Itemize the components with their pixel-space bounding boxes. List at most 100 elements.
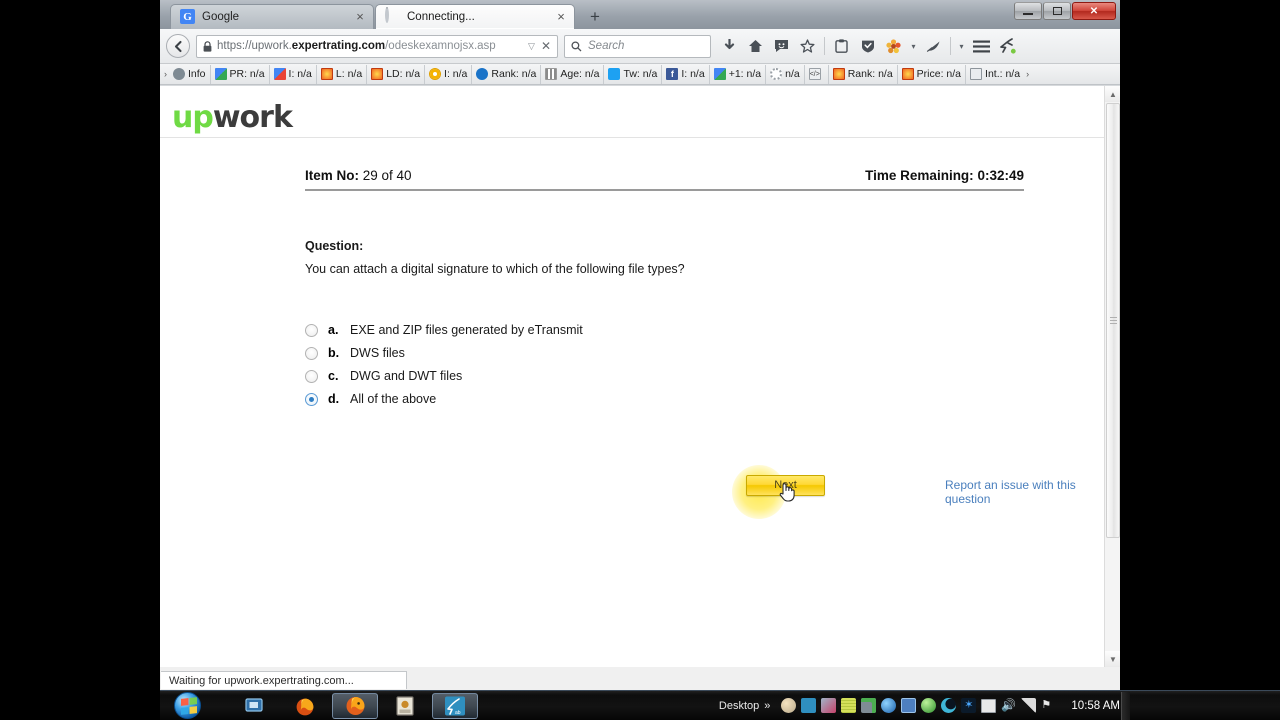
bookmark-label: n/a bbox=[785, 68, 800, 80]
option-text: EXE and ZIP files generated by eTransmit bbox=[350, 323, 583, 337]
vertical-scrollbar[interactable]: ▲ ▼ bbox=[1104, 86, 1120, 667]
option-a[interactable]: a. EXE and ZIP files generated by eTrans… bbox=[305, 319, 1104, 342]
clipboard-icon[interactable] bbox=[829, 34, 854, 59]
chevron-down-icon[interactable]: ▽ bbox=[528, 41, 535, 52]
option-c[interactable]: c. DWG and DWT files bbox=[305, 365, 1104, 388]
hamburger-menu-icon[interactable] bbox=[969, 34, 994, 59]
taskbar-item-window-switcher[interactable] bbox=[232, 693, 278, 719]
bookmark-item[interactable]: L: n/a bbox=[315, 64, 366, 84]
toolbar-icons: ▾ ▾ bbox=[717, 34, 1020, 59]
radio-button-a[interactable] bbox=[305, 323, 318, 337]
radio-button-c[interactable] bbox=[305, 369, 318, 383]
price-icon bbox=[901, 68, 914, 80]
moon-icon[interactable] bbox=[781, 698, 797, 713]
radio-button-b[interactable] bbox=[305, 346, 318, 360]
age-bars-icon bbox=[545, 68, 558, 80]
address-bar[interactable]: https://upwork.expertrating.com/odeskexa… bbox=[196, 34, 558, 58]
upwork-logo[interactable]: upwork bbox=[172, 100, 1104, 135]
bookmark-item[interactable]: Age: n/a bbox=[540, 64, 603, 84]
bookmark-item[interactable]: Price: n/a bbox=[896, 64, 965, 84]
shield-icon[interactable] bbox=[855, 34, 880, 59]
bookmark-item[interactable]: LD: n/a bbox=[366, 64, 424, 84]
page-viewport: upwork Item No: 29 of 40 Time Remaining:… bbox=[160, 85, 1120, 667]
firefox-icon bbox=[346, 697, 364, 715]
status-bar: Waiting for upwork.expertrating.com... bbox=[160, 671, 1120, 690]
chevron-down-icon-2[interactable]: ▾ bbox=[955, 34, 968, 59]
google-index-icon bbox=[273, 68, 286, 80]
info-icon bbox=[173, 68, 185, 80]
bookmark-item[interactable]: PR: n/a bbox=[209, 64, 269, 84]
bookmark-item[interactable]: f I: n/a bbox=[661, 64, 708, 84]
tab-google[interactable]: G Google × bbox=[170, 4, 374, 29]
flag-icon[interactable]: ⚑ bbox=[1041, 698, 1056, 713]
browser-window: G Google × Connecting... × + ✕ https://u… bbox=[160, 0, 1120, 690]
option-d[interactable]: d. All of the above bbox=[305, 388, 1104, 411]
bookmark-item[interactable]: I: n/a bbox=[268, 64, 316, 84]
taskbar-item-firefox[interactable] bbox=[332, 692, 378, 719]
home-icon[interactable] bbox=[743, 34, 768, 59]
taskbar-item-firefox-dev[interactable] bbox=[282, 693, 328, 719]
bluetooth-icon[interactable]: ✶ bbox=[961, 698, 977, 713]
taskbar-clock[interactable]: 10:58 AM bbox=[1071, 700, 1120, 712]
chat-icon[interactable] bbox=[769, 34, 794, 59]
bookmark-label: LD: n/a bbox=[386, 68, 421, 80]
runner-icon[interactable] bbox=[801, 698, 817, 713]
tab-close-icon[interactable]: × bbox=[554, 10, 568, 23]
bookmarks-overflow-left-icon[interactable]: › bbox=[162, 69, 169, 79]
bookmark-star-icon[interactable] bbox=[795, 34, 820, 59]
volume-icon[interactable]: 🔊 bbox=[1001, 698, 1016, 713]
tray-overflow-icon[interactable]: » bbox=[764, 700, 770, 712]
addon-flower-icon[interactable] bbox=[881, 34, 906, 59]
bookmark-item[interactable]: Rank: n/a bbox=[471, 64, 540, 84]
crescent-icon[interactable] bbox=[941, 698, 957, 713]
bookmark-label: I: n/a bbox=[444, 68, 468, 80]
chevron-down-icon[interactable]: ▾ bbox=[907, 34, 920, 59]
battery-icon[interactable] bbox=[981, 698, 997, 713]
linkdomain-icon bbox=[371, 68, 384, 80]
bookmark-label: Rank: n/a bbox=[847, 68, 893, 80]
bookmark-item[interactable]: +1: n/a bbox=[708, 64, 765, 84]
bookmark-item[interactable]: n/a bbox=[765, 64, 804, 84]
desktop-toolbar[interactable]: Desktop » bbox=[719, 700, 770, 712]
bookmark-item[interactable]: Info bbox=[169, 65, 210, 84]
option-b[interactable]: b. DWS files bbox=[305, 342, 1104, 365]
paint-icon[interactable] bbox=[821, 698, 837, 713]
bookmark-item[interactable]: </> bbox=[803, 64, 828, 84]
bookmark-item[interactable]: Tw: n/a bbox=[603, 64, 661, 84]
show-desktop-button[interactable] bbox=[1121, 691, 1130, 720]
back-button[interactable] bbox=[166, 34, 190, 58]
runner-icon[interactable] bbox=[995, 34, 1020, 59]
tab-connecting[interactable]: Connecting... × bbox=[375, 4, 575, 29]
hand-cursor-icon bbox=[779, 482, 795, 502]
taskbar-item-photo[interactable] bbox=[382, 693, 428, 719]
bookmark-item[interactable]: I: n/a bbox=[424, 64, 471, 84]
dictionary-icon[interactable] bbox=[901, 698, 917, 713]
minimize-button[interactable] bbox=[1014, 2, 1042, 20]
search-box[interactable]: Search bbox=[564, 34, 711, 58]
notepad-icon[interactable] bbox=[841, 698, 857, 713]
radio-button-d[interactable] bbox=[305, 392, 318, 406]
question-label: Question: bbox=[305, 239, 364, 253]
scrollbar-thumb[interactable] bbox=[1106, 103, 1120, 538]
exam-header-row: Item No: 29 of 40 Time Remaining: 0:32:4… bbox=[305, 168, 1024, 191]
globe-icon[interactable] bbox=[881, 698, 897, 713]
bookmarks-overflow-right-icon[interactable]: › bbox=[1024, 69, 1031, 79]
green-ball-icon[interactable] bbox=[921, 698, 937, 713]
usb-safe-icon[interactable] bbox=[861, 698, 877, 713]
bookmark-item[interactable]: Rank: n/a bbox=[827, 64, 897, 84]
tab-close-icon[interactable]: × bbox=[353, 10, 367, 23]
desktop-label: Desktop bbox=[718, 699, 760, 712]
report-issue-link[interactable]: Report an issue with this question bbox=[945, 478, 1104, 506]
scroll-up-icon[interactable]: ▲ bbox=[1105, 86, 1120, 102]
network-icon[interactable] bbox=[1021, 698, 1037, 713]
start-button[interactable] bbox=[164, 692, 210, 720]
bookmark-item[interactable]: Int.: n/a bbox=[965, 64, 1024, 84]
taskbar-item-acrobat[interactable]: ab bbox=[432, 692, 478, 719]
feather-icon[interactable] bbox=[921, 34, 946, 59]
downloads-icon[interactable] bbox=[717, 34, 742, 59]
stop-loading-icon[interactable]: ✕ bbox=[541, 39, 551, 53]
scroll-down-icon[interactable]: ▼ bbox=[1105, 651, 1120, 667]
restore-button[interactable] bbox=[1043, 2, 1071, 20]
close-window-button[interactable]: ✕ bbox=[1072, 2, 1116, 20]
new-tab-button[interactable]: + bbox=[584, 8, 606, 27]
